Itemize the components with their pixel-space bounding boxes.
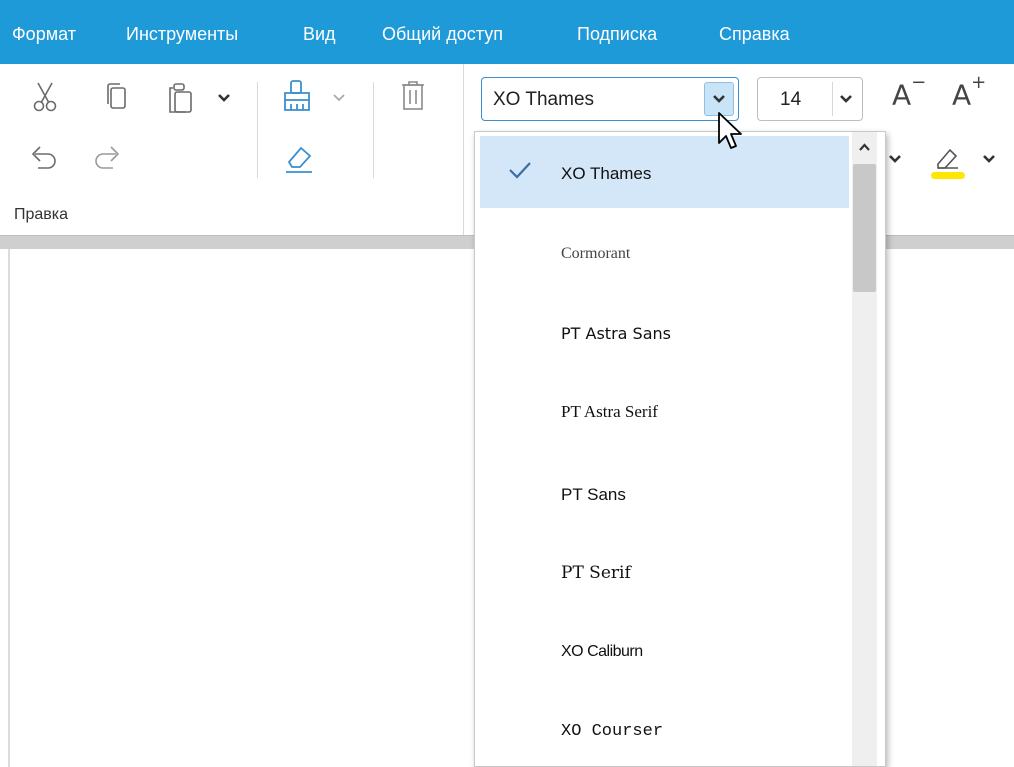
- decrease-font-size-button[interactable]: A−: [892, 72, 926, 112]
- font-option-xo-courser[interactable]: XO Courser: [480, 694, 849, 766]
- cut-icon[interactable]: [30, 80, 60, 114]
- group-separator: [463, 64, 464, 235]
- document-left-edge: [8, 249, 10, 767]
- format-painter-icon[interactable]: [282, 78, 314, 114]
- menu-tools[interactable]: Инструменты: [126, 0, 238, 64]
- font-option-label: PT Astra Serif: [561, 402, 658, 421]
- clear-formatting-eraser-icon[interactable]: [283, 140, 315, 176]
- delete-icon[interactable]: [398, 79, 428, 113]
- decrease-font-letter: A: [892, 78, 912, 112]
- chevron-down-icon: [840, 95, 852, 103]
- mouse-pointer-icon: [716, 111, 746, 158]
- font-name-value[interactable]: XO Thames: [493, 89, 594, 111]
- font-color-chevron-down-icon[interactable]: [888, 152, 902, 166]
- menu-view[interactable]: Вид: [303, 0, 336, 64]
- font-option-pt-astra-serif[interactable]: PT Astra Serif: [480, 374, 849, 446]
- format-painter-chevron-down-icon[interactable]: [332, 93, 346, 103]
- font-option-xo-thames[interactable]: XO Thames: [480, 136, 849, 208]
- check-icon: [508, 160, 532, 185]
- menu-bar: Формат Инструменты Вид Общий доступ Подп…: [0, 0, 1014, 64]
- separator: [373, 82, 374, 178]
- font-size-combobox[interactable]: 14: [757, 77, 863, 121]
- separator: [257, 82, 258, 178]
- increase-font-size-button[interactable]: A+: [952, 72, 986, 112]
- menu-format[interactable]: Формат: [12, 0, 76, 64]
- font-option-label: XO Courser: [561, 722, 664, 741]
- font-size-value[interactable]: 14: [780, 89, 801, 111]
- undo-icon[interactable]: [28, 142, 60, 172]
- paste-icon[interactable]: [166, 80, 196, 114]
- font-size-dropdown-button[interactable]: [832, 82, 860, 116]
- menu-subscription[interactable]: Подписка: [577, 0, 657, 64]
- minus-icon: −: [911, 72, 927, 93]
- menu-help[interactable]: Справка: [719, 0, 790, 64]
- font-dropdown-list[interactable]: XO Thames Cormorant PT Astra Sans PT Ast…: [474, 131, 886, 767]
- font-option-pt-serif[interactable]: PT Serif: [480, 535, 849, 607]
- copy-icon[interactable]: [103, 82, 129, 112]
- font-list-scrollbar[interactable]: [852, 132, 877, 766]
- scroll-up-chevron-icon[interactable]: [852, 136, 877, 160]
- edit-group-label: Правка: [14, 206, 69, 223]
- font-option-label: PT Sans: [561, 485, 626, 504]
- font-option-pt-sans[interactable]: PT Sans: [480, 457, 849, 529]
- font-option-cormorant[interactable]: Cormorant: [480, 217, 849, 289]
- highlight-chevron-down-icon[interactable]: [982, 152, 996, 166]
- font-name-combobox[interactable]: XO Thames: [481, 77, 739, 121]
- font-list-scroll-thumb[interactable]: [853, 164, 876, 292]
- paste-options-chevron-down-icon[interactable]: [216, 92, 232, 104]
- redo-icon[interactable]: [91, 142, 123, 172]
- highlight-marker-icon[interactable]: [928, 140, 968, 180]
- font-option-label: XO Caliburn: [561, 643, 643, 660]
- increase-font-letter: A: [952, 78, 972, 112]
- plus-icon: +: [971, 72, 987, 93]
- font-option-label: Cormorant: [561, 245, 631, 262]
- font-option-label: PT Astra Sans: [561, 324, 671, 343]
- font-option-xo-caliburn[interactable]: XO Caliburn: [480, 615, 849, 687]
- font-option-pt-astra-sans[interactable]: PT Astra Sans: [480, 296, 849, 368]
- menu-sharing[interactable]: Общий доступ: [382, 0, 503, 64]
- font-option-label: PT Serif: [561, 563, 631, 583]
- font-option-label: XO Thames: [561, 164, 652, 183]
